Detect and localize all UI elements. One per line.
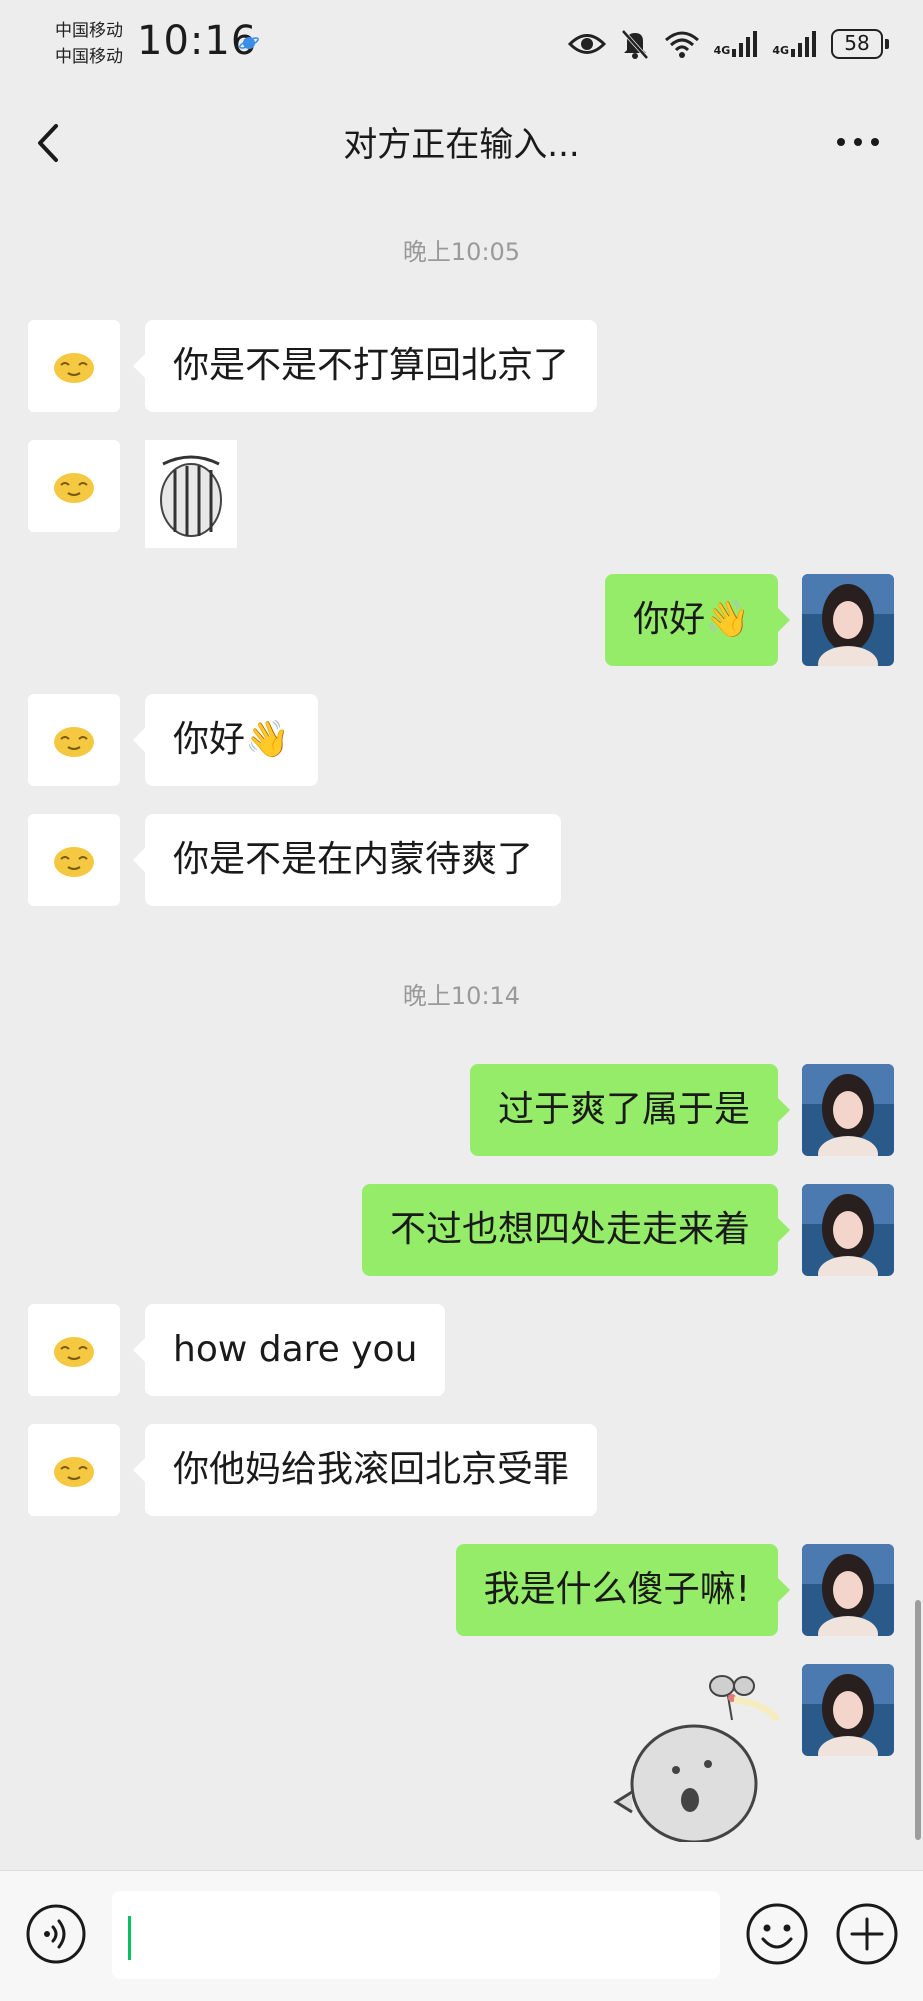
- sticker-jail-cat[interactable]: [145, 440, 237, 548]
- message-text: 你好👋: [633, 599, 750, 640]
- user-avatar-image: [802, 1184, 894, 1276]
- more-dots-icon[interactable]: [833, 130, 883, 154]
- carrier-labels: 中国移动 中国移动: [55, 18, 123, 70]
- wifi-icon: [664, 31, 699, 58]
- smile-face-icon: [54, 847, 94, 877]
- signal-2: 4G: [772, 31, 817, 57]
- message-bubble-outgoing[interactable]: 我是什么傻子嘛!: [455, 1544, 791, 1636]
- carrier-1: 中国移动: [55, 21, 123, 41]
- user-avatar-image: [802, 1544, 894, 1636]
- message-text: 你好👋: [173, 719, 290, 760]
- network-type-1: 4G: [713, 44, 731, 57]
- message-bubble-outgoing[interactable]: 你好👋: [605, 574, 790, 666]
- message-text: 你是不是不打算回北京了: [173, 345, 570, 386]
- carrier-2: 中国移动: [55, 47, 123, 67]
- message-bubble-outgoing[interactable]: 不过也想四处走走来着: [361, 1184, 791, 1276]
- signal-bars-icon: [732, 31, 758, 57]
- eye-icon: [567, 34, 606, 54]
- user-avatar-image: [802, 1664, 894, 1756]
- smile-face-icon: [54, 727, 94, 757]
- message-text: 你他妈给我滚回北京受罪: [173, 1449, 570, 1490]
- text-caret: [128, 1916, 131, 1960]
- timestamp: 晚上10:14: [402, 982, 521, 1010]
- network-type-2: 4G: [772, 44, 789, 57]
- signal-bars-icon: [791, 31, 816, 57]
- chat-title: 对方正在输入...: [343, 125, 580, 165]
- my-avatar[interactable]: [802, 1664, 894, 1756]
- smile-face-icon: [54, 1457, 94, 1487]
- smile-face-icon: [54, 1337, 94, 1367]
- my-avatar[interactable]: [802, 1184, 894, 1276]
- smile-face-icon: [54, 473, 94, 503]
- message-input[interactable]: [112, 1891, 720, 1979]
- sticker-grey-blob[interactable]: [612, 1672, 792, 1842]
- message-bubble-outgoing[interactable]: 过于爽了属于是: [469, 1064, 791, 1156]
- contact-avatar[interactable]: [28, 694, 120, 786]
- my-avatar[interactable]: [802, 1064, 894, 1156]
- message-bubble-incoming[interactable]: 你他妈给我滚回北京受罪: [132, 1424, 598, 1516]
- contact-avatar[interactable]: [28, 1304, 120, 1396]
- mute-bell-icon: [621, 29, 649, 60]
- user-avatar-image: [802, 1064, 894, 1156]
- message-text: 过于爽了属于是: [497, 1089, 750, 1130]
- message-bubble-incoming[interactable]: 你是不是在内蒙待爽了: [132, 814, 562, 906]
- smile-face-icon: [54, 353, 94, 383]
- message-text: 不过也想四处走走来着: [389, 1209, 750, 1250]
- contact-avatar[interactable]: [28, 440, 120, 532]
- signal-1: 4G: [714, 31, 759, 57]
- my-avatar[interactable]: [802, 1544, 894, 1636]
- chat-scrollbar[interactable]: [915, 1600, 921, 1840]
- voice-icon[interactable]: [25, 1903, 87, 1965]
- message-text: 我是什么傻子嘛!: [483, 1569, 750, 1610]
- my-avatar[interactable]: [802, 574, 894, 666]
- status-bar: 中国移动 中国移动 10:16 4G 4G 58: [0, 0, 923, 90]
- input-bar: [0, 1870, 923, 2001]
- contact-avatar[interactable]: [28, 814, 120, 906]
- message-bubble-incoming[interactable]: how dare you: [132, 1304, 446, 1396]
- message-bubble-incoming[interactable]: 你是不是不打算回北京了: [132, 320, 598, 412]
- message-text: 你是不是在内蒙待爽了: [173, 839, 534, 880]
- contact-avatar[interactable]: [28, 1424, 120, 1516]
- message-bubble-incoming[interactable]: 你好👋: [133, 694, 318, 786]
- contact-avatar[interactable]: [28, 320, 120, 412]
- chat-header: 对方正在输入...: [0, 90, 923, 195]
- planet-icon: [239, 37, 259, 49]
- user-avatar-image: [802, 574, 894, 666]
- plus-icon[interactable]: [834, 1901, 900, 1967]
- emoji-icon[interactable]: [744, 1901, 810, 1967]
- battery-indicator: 58: [831, 29, 889, 59]
- message-text: how dare you: [173, 1329, 418, 1370]
- timestamp: 晚上10:05: [402, 238, 521, 266]
- status-icons: 4G 4G 58: [567, 24, 889, 64]
